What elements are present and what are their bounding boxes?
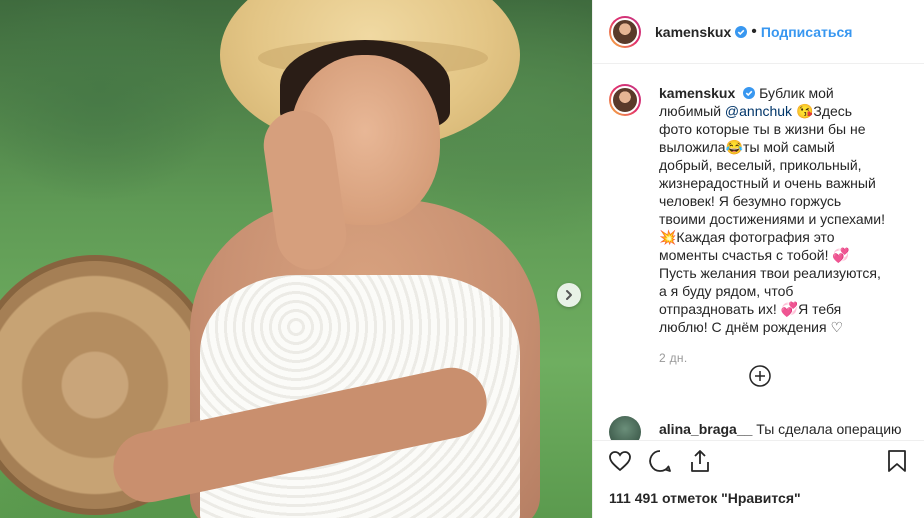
next-photo-button[interactable] [557,283,581,307]
comment-avatar[interactable] [609,416,641,440]
comment-icon[interactable] [647,448,673,474]
verified-badge-icon [735,25,748,38]
username-link[interactable]: kamenskux [655,24,731,40]
comment-text: alina_braga__ Ты сделала операцию [659,420,902,438]
separator-dot: • [751,22,757,40]
post-modal: kamenskux • Подписаться kamenskux Бублик… [0,0,924,518]
caption-text: kamenskux Бублик мой любимый @annchuk 😘З… [659,84,889,336]
share-icon[interactable] [687,448,713,474]
comment-body: Ты сделала операцию [756,421,902,437]
heart-icon[interactable] [607,448,633,474]
bookmark-icon[interactable] [884,448,910,474]
chevron-right-icon [566,290,572,300]
comment-item: alina_braga__ Ты сделала операцию [609,416,902,440]
mention-link[interactable]: @annchuk [725,103,792,119]
comments-area: kamenskux Бублик мой любимый @annchuk 😘З… [593,64,924,440]
comment-username[interactable]: alina_braga__ [659,421,752,437]
post-header: kamenskux • Подписаться [593,0,924,64]
post-sidebar: kamenskux • Подписаться kamenskux Бублик… [592,0,924,518]
post-age: 2 дн. [659,351,688,365]
plus-circle-icon[interactable] [749,365,771,387]
verified-badge-icon [743,87,756,99]
caption-part2: 😘Здесь фото которые ты в жизни бы не выл… [659,103,886,335]
post-photo[interactable] [0,0,592,518]
follow-button[interactable]: Подписаться [761,24,853,40]
caption-avatar[interactable] [609,84,641,116]
avatar[interactable] [609,15,641,48]
action-bar [593,440,924,480]
likes-count[interactable]: 111 491 отметок "Нравится" [609,490,801,506]
caption: kamenskux Бублик мой любимый @annchuk 😘З… [593,64,924,336]
caption-username[interactable]: kamenskux [659,85,735,101]
